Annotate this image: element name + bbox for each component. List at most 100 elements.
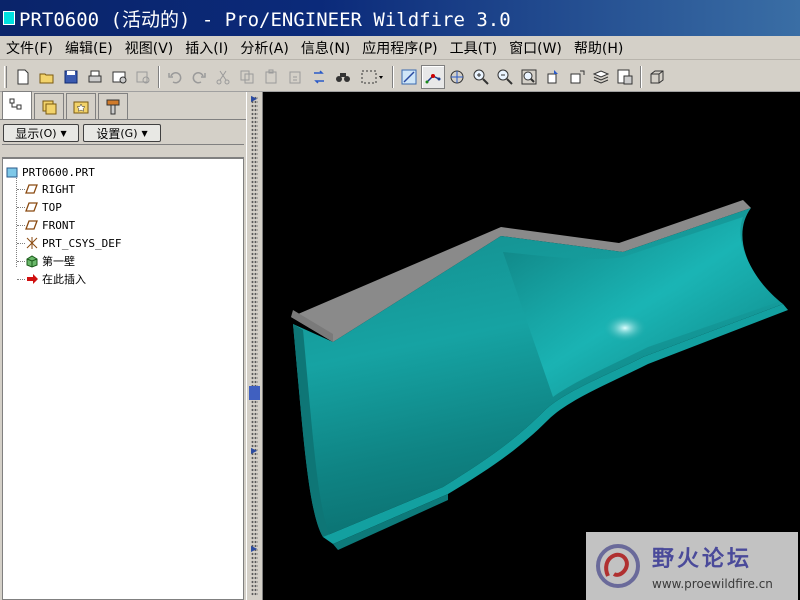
save-icon[interactable] — [59, 65, 83, 89]
paste-icon[interactable] — [259, 65, 283, 89]
tree-item-right[interactable]: RIGHT — [25, 180, 75, 198]
coordinate-system-icon — [25, 236, 39, 250]
tree-item-insert-here[interactable]: 在此插入 — [25, 270, 86, 288]
title-bar: PRT0600 (活动的) - Pro/ENGINEER Wildfire 3.… — [0, 0, 800, 36]
forum-logo-icon — [596, 544, 640, 588]
menu-help[interactable]: 帮助(H) — [568, 38, 629, 58]
settings-dropdown-label: 设置 — [96, 126, 121, 141]
menu-analysis[interactable]: 分析(A) — [234, 38, 295, 58]
app-icon — [3, 11, 15, 25]
spin-center-icon[interactable] — [421, 64, 445, 89]
cut-icon[interactable] — [211, 65, 235, 89]
menu-insert[interactable]: 插入(I) — [179, 38, 234, 58]
panel-splitter[interactable]: ▶ ▶ ▶ — [246, 92, 263, 600]
connections-icon — [106, 99, 120, 114]
orient-mode-icon[interactable] — [445, 65, 469, 89]
navigator-dropdown-bar: 显示 (O) ▼ 设置 (G) ▼ — [0, 122, 246, 144]
tree-item-top[interactable]: TOP — [25, 198, 62, 216]
tree-item-label: 在此插入 — [42, 273, 86, 286]
watermark-text: 野火论坛 www.proewildfire.cn — [652, 541, 773, 591]
watermark-url: www.proewildfire.cn — [652, 577, 773, 591]
menu-info[interactable]: 信息(N) — [295, 38, 356, 58]
chevron-down-icon: ▼ — [60, 128, 67, 138]
tree-root-label: PRT0600.PRT — [22, 165, 95, 179]
menu-edit[interactable]: 编辑(E) — [59, 38, 119, 58]
reorient-icon[interactable] — [541, 65, 565, 89]
model-tree: PRT0600.PRT RIGHT TOP FRONT PRT_CSYS_DEF… — [2, 158, 244, 600]
tree-connector — [17, 243, 25, 244]
menu-window[interactable]: 窗口(W) — [503, 38, 568, 58]
tree-root[interactable]: PRT0600.PRT — [5, 163, 95, 181]
regenerate-icon[interactable] — [307, 65, 331, 89]
new-file-icon[interactable] — [11, 65, 35, 89]
datum-plane-icon — [25, 218, 39, 232]
tree-header — [2, 144, 244, 158]
menu-applications[interactable]: 应用程序(P) — [356, 38, 443, 58]
select-box-icon[interactable] — [355, 65, 389, 89]
menu-file[interactable]: 文件(F) — [0, 38, 59, 58]
find-binoculars-icon[interactable] — [331, 65, 355, 89]
insert-here-arrow-icon — [25, 272, 39, 286]
splitter-grip — [251, 96, 258, 596]
refit-icon[interactable] — [517, 65, 541, 89]
settings-dropdown[interactable]: 设置 (G) ▼ — [83, 124, 161, 142]
part-icon — [5, 165, 19, 179]
wireframe-icon[interactable] — [645, 65, 669, 89]
tree-item-label: RIGHT — [42, 182, 76, 196]
tree-item-label: FRONT — [42, 218, 76, 232]
tree-item-label: PRT_CSYS_DEF — [42, 236, 122, 250]
tree-connector — [17, 261, 25, 262]
show-dropdown[interactable]: 显示 (O) ▼ — [3, 124, 79, 142]
graphics-window[interactable] — [263, 92, 800, 600]
zoom-in-icon[interactable] — [469, 65, 493, 89]
redo-icon[interactable] — [187, 65, 211, 89]
window-title: PRT0600 (活动的) - Pro/ENGINEER Wildfire 3.… — [19, 8, 511, 31]
toolbar-separator — [392, 65, 394, 88]
paste-special-icon[interactable] — [283, 65, 307, 89]
open-folder-icon[interactable] — [35, 65, 59, 89]
copy-icon[interactable] — [235, 65, 259, 89]
tree-item-label: 第一壁 — [42, 255, 75, 268]
model-highlight — [603, 314, 647, 342]
tree-connector — [17, 189, 25, 190]
repaint-icon[interactable] — [397, 65, 421, 89]
toolbar-separator — [640, 65, 642, 88]
tree-item-first-wall[interactable]: 第一壁 — [25, 252, 75, 270]
menu-tools[interactable]: 工具(T) — [444, 38, 503, 58]
undo-icon[interactable] — [163, 65, 187, 89]
tab-favorites[interactable] — [66, 93, 96, 119]
show-dropdown-key: (O) — [39, 126, 57, 140]
sheetmetal-part-model — [291, 200, 788, 550]
menu-view[interactable]: 视图(V) — [119, 38, 180, 58]
watermark-title: 野火论坛 — [652, 547, 753, 572]
layers-icon[interactable] — [589, 65, 613, 89]
toolbar-grip[interactable] — [4, 65, 7, 88]
favorites-icon — [73, 101, 89, 113]
forum-watermark: 野火论坛 www.proewildfire.cn — [586, 532, 798, 600]
model-tree-icon — [9, 98, 22, 109]
tab-folder-browser[interactable] — [34, 93, 64, 119]
zoom-out-icon[interactable] — [493, 65, 517, 89]
tree-item-csys[interactable]: PRT_CSYS_DEF — [25, 234, 121, 252]
print-icon[interactable] — [83, 65, 107, 89]
chevron-right-icon: ▶ — [251, 94, 258, 103]
datum-plane-icon — [25, 182, 39, 196]
chevron-right-icon: ▶ — [251, 446, 258, 455]
view-manager-icon[interactable] — [613, 65, 637, 89]
show-dropdown-label: 显示 — [15, 126, 40, 141]
navigator-panel: 显示 (O) ▼ 设置 (G) ▼ PRT0600.PRT RIGHT TOP FRON… — [0, 91, 246, 600]
datum-plane-icon — [25, 200, 39, 214]
tab-connections[interactable] — [98, 93, 128, 119]
tree-item-front[interactable]: FRONT — [25, 216, 75, 234]
send-link-icon[interactable] — [131, 65, 155, 89]
saved-views-icon[interactable] — [565, 65, 589, 89]
tab-model-tree[interactable] — [2, 91, 32, 119]
chevron-down-icon: ▼ — [141, 128, 148, 138]
main-toolbar — [0, 62, 800, 92]
navigator-tabs — [0, 91, 246, 120]
tree-connector — [17, 279, 25, 280]
splitter-handle[interactable] — [249, 386, 260, 400]
menu-bar: 文件(F) 编辑(E) 视图(V) 插入(I) 分析(A) 信息(N) 应用程序… — [0, 36, 800, 60]
tree-connector — [17, 207, 25, 208]
send-mail-icon[interactable] — [107, 65, 131, 89]
